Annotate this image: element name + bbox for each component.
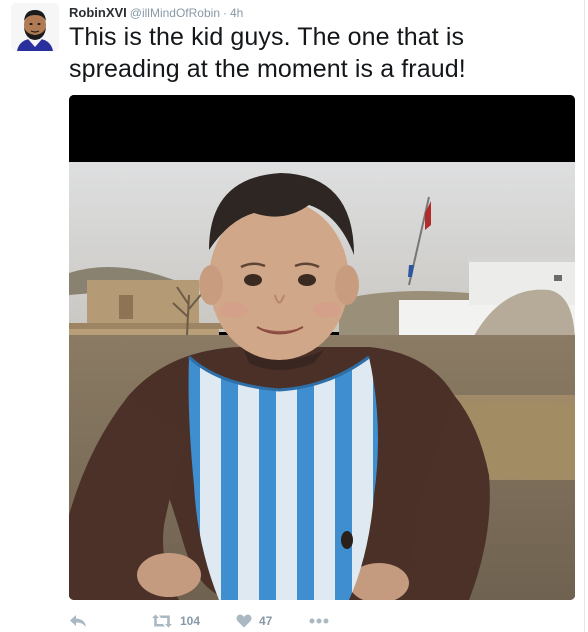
divider [584, 0, 585, 632]
tweet-card: RobinXVI @illMindOfRobin · 4h This is the k… [0, 0, 588, 632]
heart-icon [236, 614, 252, 628]
like-count: 47 [259, 614, 273, 628]
like-button[interactable]: 47 [236, 611, 272, 631]
avatar-illustration [11, 3, 59, 51]
tweet-timestamp[interactable]: 4h [230, 6, 243, 20]
more-options-button[interactable] [309, 611, 329, 631]
tweet-text-line: spreading at the moment is a fraud! [69, 55, 466, 83]
photo-illustration [69, 95, 575, 600]
header-separator: · [223, 6, 227, 20]
tweet-header: RobinXVI @illMindOfRobin · 4h [69, 4, 243, 20]
tweet-photo[interactable] [69, 95, 575, 600]
tweet-text-line: This is the kid guys. The one that is [69, 23, 465, 51]
avatar[interactable] [11, 3, 59, 51]
tweet-text: This is the kid guys. The one that is sp… [69, 21, 569, 85]
reply-icon [70, 615, 86, 627]
author-handle[interactable]: @illMindOfRobin [130, 6, 220, 20]
author-display-name[interactable]: RobinXVI [69, 5, 127, 20]
reply-button[interactable] [69, 611, 87, 631]
retweet-icon [152, 614, 172, 628]
retweet-button[interactable]: 104 [151, 611, 200, 631]
ellipsis-icon [309, 618, 329, 624]
retweet-count: 104 [180, 614, 201, 628]
tweet-actions: 104 47 [69, 611, 469, 631]
